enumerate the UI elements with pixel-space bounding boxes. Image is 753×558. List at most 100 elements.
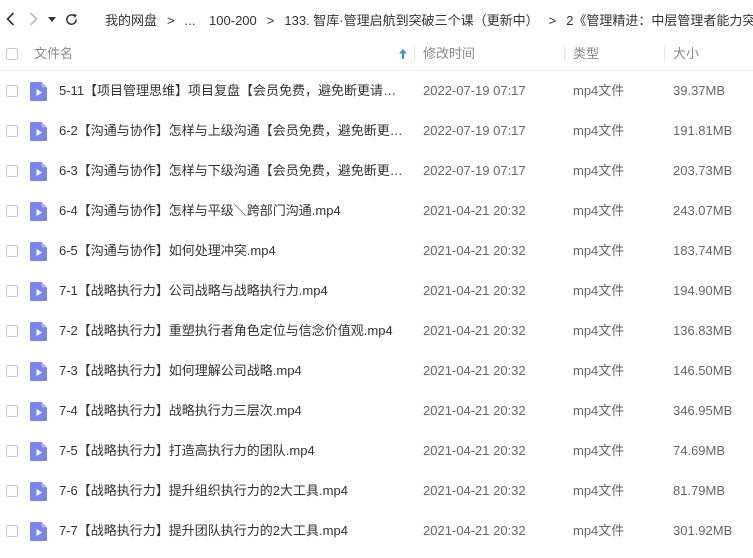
file-size: 346.95MB [673,403,733,418]
back-button[interactable] [6,9,15,29]
file-size: 243.07MB [673,203,733,218]
file-row[interactable]: 6-4【沟通与协作】怎样与平级＼跨部门沟通.mp4 2021-04-21 20:… [0,191,753,231]
history-dropdown-button[interactable] [48,9,56,29]
breadcrumb-separator: > [548,12,557,28]
file-row[interactable]: 7-3【战略执行力】如何理解公司战略.mp4 2021-04-21 20:32 … [0,351,753,391]
file-name[interactable]: 7-7【战略执行力】提升团队执行力的2大工具.mp4 [59,511,404,551]
video-file-icon [30,242,47,261]
file-row[interactable]: 5-11【项目管理思维】项目复盘【会员免费，避免断更请加微... 2022-07… [0,71,753,111]
breadcrumb: 我的网盘 >... >100-200 >133. 智库·管理启航到突破三个课（更新中）… [105,10,753,29]
file-row[interactable]: 7-4【战略执行力】战略执行力三层次.mp4 2021-04-21 20:32 … [0,391,753,431]
refresh-icon [66,13,77,25]
file-type: mp4文件 [573,363,625,378]
file-size: 194.90MB [673,283,733,298]
select-all-checkbox[interactable] [6,48,18,60]
video-file-icon [30,282,47,301]
video-file-icon [30,482,47,501]
file-checkbox[interactable] [6,325,18,337]
file-type: mp4文件 [573,83,625,98]
file-type: mp4文件 [573,203,625,218]
breadcrumb-my-disk[interactable]: 我的网盘 [105,13,157,28]
file-checkbox[interactable] [6,365,18,377]
navigation-toolbar: 我的网盘 >... >100-200 >133. 智库·管理启航到突破三个课（更新中）… [0,0,753,38]
breadcrumb-folder-133[interactable]: 133. 智库·管理启航到突破三个课（更新中） [284,13,538,28]
file-size: 191.81MB [673,123,733,138]
file-size: 136.83MB [673,323,733,338]
file-name[interactable]: 6-3【沟通与协作】怎样与下级沟通【会员免费，避免断更请加... [59,151,404,191]
file-checkbox[interactable] [6,165,18,177]
file-modified-time: 2021-04-21 20:32 [423,323,526,338]
file-name[interactable]: 7-4【战略执行力】战略执行力三层次.mp4 [59,391,404,431]
file-name[interactable]: 7-2【战略执行力】重塑执行者角色定位与信念价值观.mp4 [59,311,404,351]
file-row[interactable]: 7-6【战略执行力】提升组织执行力的2大工具.mp4 2021-04-21 20… [0,471,753,511]
video-file-icon [30,522,47,541]
refresh-button[interactable] [64,9,79,29]
file-modified-time: 2022-07-19 07:17 [423,83,526,98]
video-file-icon [30,362,47,381]
file-type: mp4文件 [573,323,625,338]
file-list: 5-11【项目管理思维】项目复盘【会员免费，避免断更请加微... 2022-07… [0,71,753,551]
file-type: mp4文件 [573,443,625,458]
file-checkbox[interactable] [6,125,18,137]
column-header-type[interactable]: 类型 [573,38,599,70]
file-checkbox[interactable] [6,285,18,297]
file-type: mp4文件 [573,403,625,418]
file-row[interactable]: 6-2【沟通与协作】怎样与上级沟通【会员免费，避免断更请加... 2022-07… [0,111,753,151]
video-file-icon [30,442,47,461]
file-name[interactable]: 7-3【战略执行力】如何理解公司战略.mp4 [59,351,404,391]
file-name[interactable]: 7-5【战略执行力】打造高执行力的团队.mp4 [59,431,404,471]
file-checkbox[interactable] [6,405,18,417]
file-checkbox[interactable] [6,85,18,97]
file-name[interactable]: 7-1【战略执行力】公司战略与战略执行力.mp4 [59,271,404,311]
file-row[interactable]: 6-3【沟通与协作】怎样与下级沟通【会员免费，避免断更请加... 2022-07… [0,151,753,191]
file-name[interactable]: 6-4【沟通与协作】怎样与平级＼跨部门沟通.mp4 [59,191,404,231]
file-size: 183.74MB [673,243,733,258]
file-checkbox[interactable] [6,205,18,217]
file-size: 146.50MB [673,363,733,378]
file-size: 39.37MB [673,83,726,98]
file-size: 74.69MB [673,443,726,458]
file-type: mp4文件 [573,123,625,138]
file-modified-time: 2021-04-21 20:32 [423,483,526,498]
file-name[interactable]: 7-6【战略执行力】提升组织执行力的2大工具.mp4 [59,471,404,511]
file-checkbox[interactable] [6,245,18,257]
breadcrumb-ellipsis[interactable]: ... [185,13,196,28]
file-checkbox[interactable] [6,525,18,537]
forward-button[interactable] [29,9,38,29]
breadcrumb-current-folder[interactable]: 2《管理精进：中层管理者能力突破训练营》 [566,13,753,28]
file-type: mp4文件 [573,523,625,538]
file-row[interactable]: 6-5【沟通与协作】如何处理冲突.mp4 2021-04-21 20:32 mp… [0,231,753,271]
column-divider[interactable] [414,46,415,62]
file-row[interactable]: 7-5【战略执行力】打造高执行力的团队.mp4 2021-04-21 20:32… [0,431,753,471]
file-name[interactable]: 6-5【沟通与协作】如何处理冲突.mp4 [59,231,404,271]
breadcrumb-separator: > [266,12,275,28]
file-name[interactable]: 6-2【沟通与协作】怎样与上级沟通【会员免费，避免断更请加... [59,111,404,151]
file-modified-time: 2021-04-21 20:32 [423,403,526,418]
file-type: mp4文件 [573,483,625,498]
arrow-up-icon[interactable] [398,48,408,63]
file-type: mp4文件 [573,283,625,298]
file-checkbox[interactable] [6,485,18,497]
caret-down-icon [48,16,56,22]
file-row[interactable]: 7-2【战略执行力】重塑执行者角色定位与信念价值观.mp4 2021-04-21… [0,311,753,351]
breadcrumb-folder-100-200[interactable]: 100-200 [209,13,257,28]
file-row[interactable]: 7-7【战略执行力】提升团队执行力的2大工具.mp4 2021-04-21 20… [0,511,753,551]
column-divider[interactable] [664,46,665,62]
column-divider[interactable] [564,46,565,62]
file-modified-time: 2021-04-21 20:32 [423,523,526,538]
video-file-icon [30,402,47,421]
file-modified-time: 2022-07-19 07:17 [423,163,526,178]
file-modified-time: 2021-04-21 20:32 [423,443,526,458]
file-modified-time: 2022-07-19 07:17 [423,123,526,138]
column-header: 文件名 修改时间 类型 大小 [0,38,753,71]
file-modified-time: 2021-04-21 20:32 [423,203,526,218]
file-type: mp4文件 [573,243,625,258]
file-modified-time: 2021-04-21 20:32 [423,283,526,298]
file-checkbox[interactable] [6,445,18,457]
column-header-name[interactable]: 文件名 [34,38,73,70]
column-header-size[interactable]: 大小 [673,38,699,70]
file-name[interactable]: 5-11【项目管理思维】项目复盘【会员免费，避免断更请加微... [59,71,404,111]
file-row[interactable]: 7-1【战略执行力】公司战略与战略执行力.mp4 2021-04-21 20:3… [0,271,753,311]
video-file-icon [30,322,47,341]
column-header-modified[interactable]: 修改时间 [423,38,475,70]
